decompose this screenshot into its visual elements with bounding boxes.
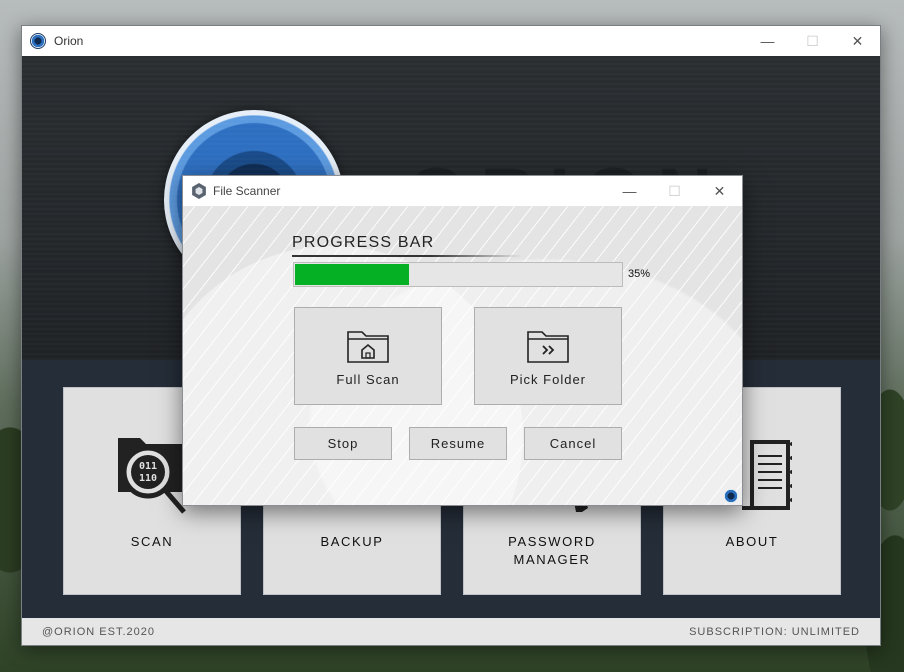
main-maximize-button[interactable]: ☐ [790, 26, 835, 56]
stop-button[interactable]: Stop [294, 427, 392, 460]
file-scanner-dialog: File Scanner — ☐ ✕ PROGRESS BAR 35% Full… [182, 175, 743, 506]
scan-tile-label: SCAN [130, 534, 174, 549]
dialog-close-button[interactable]: ✕ [697, 176, 742, 206]
footer-subscription: SUBSCRIPTION: UNLIMITED [689, 625, 860, 638]
progress-percent: 35% [628, 268, 651, 280]
full-scan-label: Full Scan [336, 372, 400, 387]
svg-text:011: 011 [139, 461, 157, 472]
cancel-button[interactable]: Cancel [524, 427, 622, 460]
main-close-button[interactable]: ✕ [835, 26, 880, 56]
dialog-maximize-button[interactable]: ☐ [652, 176, 697, 206]
forward-folder-icon [527, 331, 569, 363]
main-titlebar[interactable]: Orion — ☐ ✕ [22, 26, 880, 56]
dialog-titlebar[interactable]: File Scanner — ☐ ✕ [183, 176, 742, 206]
home-folder-icon [347, 331, 389, 363]
dialog-title: File Scanner [213, 184, 281, 198]
svg-text:110: 110 [139, 473, 157, 484]
status-footer: @ORION EST.2020 SUBSCRIPTION: UNLIMITED [22, 618, 880, 645]
progress-bar [293, 262, 623, 287]
main-window-title: Orion [54, 34, 84, 48]
progress-heading: PROGRESS BAR [292, 234, 435, 251]
resume-button[interactable]: Resume [409, 427, 507, 460]
dialog-minimize-button[interactable]: — [607, 176, 652, 206]
progress-bar-fill [295, 264, 409, 285]
orion-corner-icon [724, 489, 738, 503]
scan-binary-icon: 011 110 [114, 430, 190, 521]
full-scan-button[interactable]: Full Scan [294, 307, 442, 405]
dialog-body: PROGRESS BAR 35% Full Scan Pick Folder S… [183, 206, 742, 505]
footer-copyright: @ORION EST.2020 [42, 625, 155, 638]
orion-app-icon [30, 33, 46, 49]
heading-underline [292, 255, 522, 257]
password-manager-tile-label: PASSWORD MANAGER [508, 534, 596, 567]
backup-tile-label: BACKUP [320, 534, 384, 549]
pick-folder-button[interactable]: Pick Folder [474, 307, 622, 405]
hexagon-app-icon [192, 183, 206, 199]
main-minimize-button[interactable]: — [745, 26, 790, 56]
pick-folder-label: Pick Folder [509, 372, 587, 387]
about-tile-label: ABOUT [725, 534, 779, 549]
